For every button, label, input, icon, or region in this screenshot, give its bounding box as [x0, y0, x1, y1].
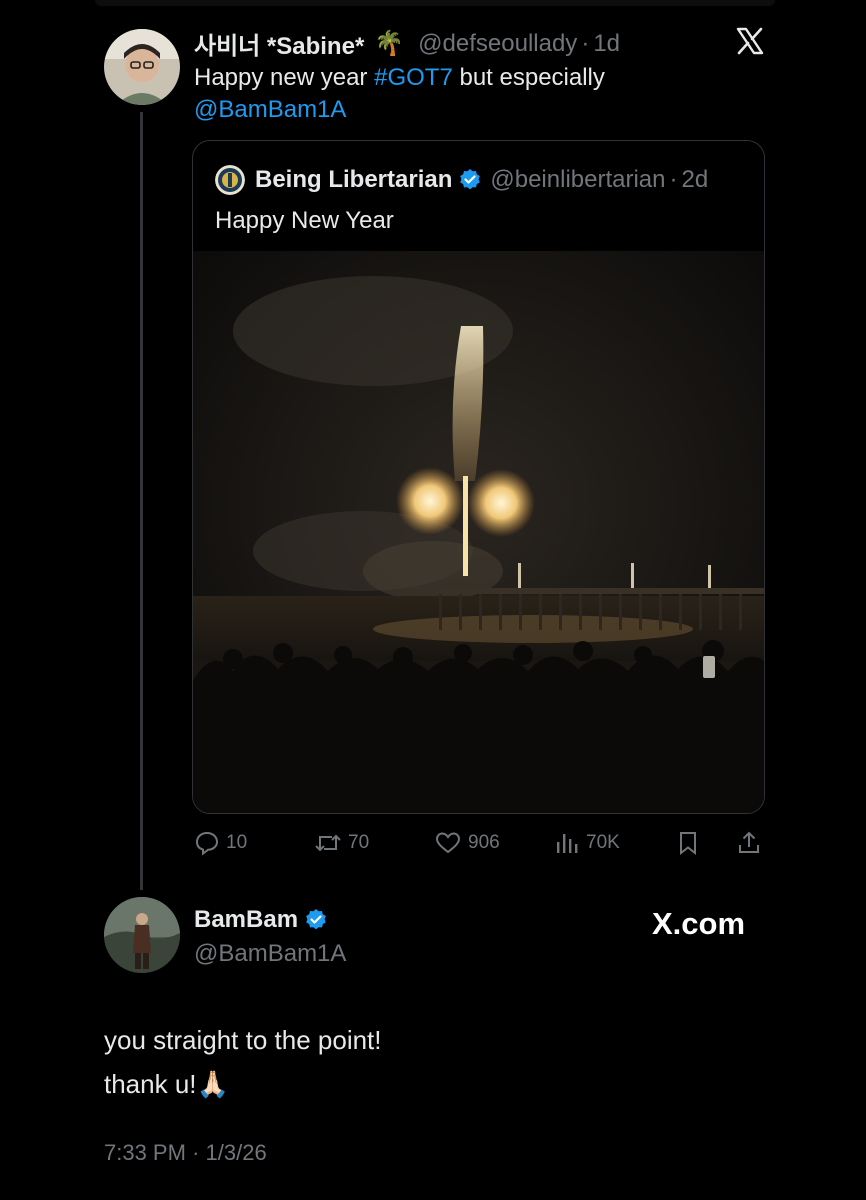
tweet-timestamp[interactable]: 7:33 PM · 1/3/26 [104, 1140, 267, 1166]
separator: · [669, 166, 678, 193]
handle[interactable]: @BamBam1A [194, 940, 346, 968]
views-count: 70K [586, 832, 620, 853]
timestamp[interactable]: 1d [593, 30, 620, 58]
like-button[interactable]: 906 [434, 830, 500, 856]
reply-icon [195, 831, 219, 856]
handle[interactable]: @beinlibertarian [490, 166, 665, 194]
mention-link[interactable]: @BamBam1A [194, 96, 346, 123]
avatar [215, 165, 245, 195]
display-name[interactable]: Being Libertarian [255, 166, 452, 194]
fireworks-photo[interactable] [193, 251, 764, 814]
x-com-watermark: X.com [652, 906, 746, 941]
tweet-text: Happy new year #GOT7 but especially @Bam… [194, 62, 714, 126]
palm-tree-emoji: 🌴 [374, 30, 405, 57]
share-icon[interactable] [736, 830, 762, 856]
quoted-tweet-header: Being Libertarian @beinlibertarian · 2d [215, 165, 708, 195]
repost-count: 70 [348, 832, 370, 853]
quoted-tweet-text: Happy New Year [215, 207, 394, 234]
repost-button[interactable]: 70 [314, 830, 369, 856]
previous-tweet-edge [95, 0, 775, 6]
handle[interactable]: @defseoullady [418, 30, 577, 58]
hashtag-link[interactable]: #GOT7 [374, 64, 453, 91]
x-logo-icon[interactable] [735, 26, 765, 56]
reply-count: 10 [226, 832, 248, 853]
views-button[interactable]: 70K [554, 830, 620, 856]
like-count: 906 [468, 832, 500, 853]
verified-badge-icon [306, 909, 326, 930]
tweet-action-bar: 10 70 906 70K [192, 828, 772, 860]
reply-tweet-text: you straight to the point! thank u!🙏🏻 [104, 1018, 382, 1106]
praying-hands-emoji: 🙏🏻 [196, 1069, 229, 1099]
verified-badge-icon [460, 169, 481, 190]
display-name[interactable]: 사비너 *Sabine* [194, 26, 364, 61]
avatar[interactable] [104, 29, 180, 105]
tweet-text-rest: but especially [452, 64, 605, 91]
reply-button[interactable]: 10 [194, 830, 247, 856]
tweet-date: 1/3/26 [205, 1140, 267, 1165]
reply-text-line-2: thank u! [104, 1069, 197, 1099]
separator: · [581, 29, 590, 57]
display-name[interactable]: BamBam [194, 906, 298, 934]
separator: · [192, 1140, 200, 1165]
tweet-text-plain: Happy new year [194, 64, 375, 91]
avatar[interactable] [104, 897, 180, 973]
bookmark-icon[interactable] [676, 830, 700, 856]
repost-icon [315, 834, 341, 852]
reply-text-line-1: you straight to the point! [104, 1025, 382, 1055]
tweet-time: 7:33 PM [104, 1140, 186, 1165]
views-icon [557, 834, 578, 853]
quoted-tweet-card[interactable]: Being Libertarian @beinlibertarian · 2d … [192, 140, 765, 814]
tweet-header: 사비너 *Sabine* 🌴 @defseoullady · 1d [194, 26, 620, 61]
timestamp[interactable]: 2d [682, 166, 709, 194]
thread-line [140, 112, 143, 890]
reply-author: BamBam [194, 906, 336, 934]
like-icon [435, 832, 461, 854]
